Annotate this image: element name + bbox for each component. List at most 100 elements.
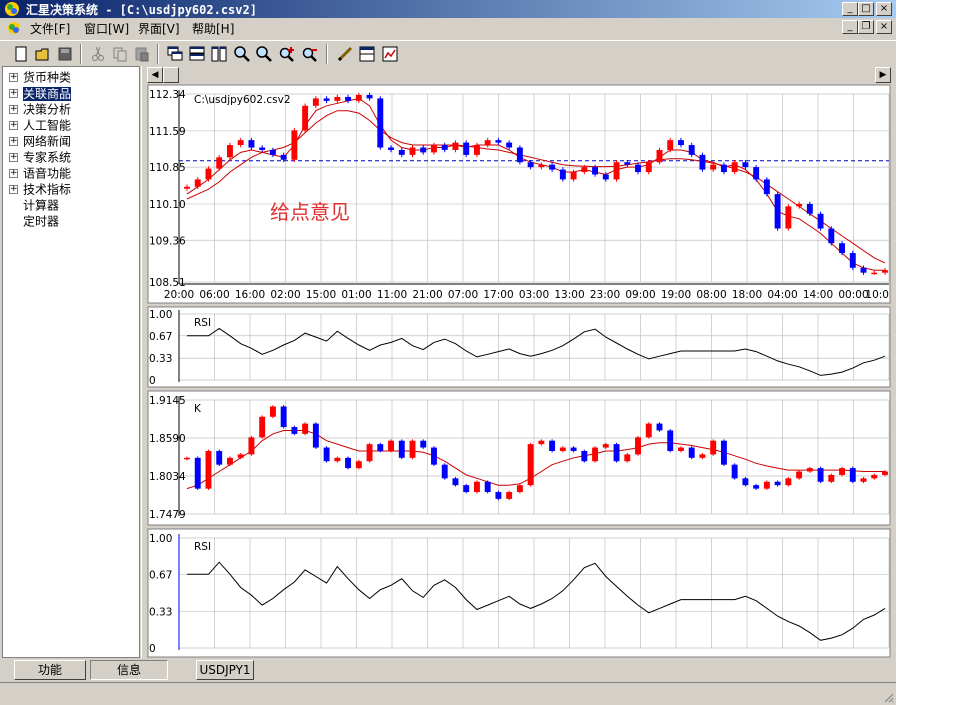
menu-window[interactable]: 窗口[W] bbox=[84, 20, 129, 37]
k-candle bbox=[817, 468, 824, 482]
zoom-minus-icon[interactable] bbox=[300, 44, 320, 64]
copy-icon[interactable] bbox=[110, 44, 130, 64]
tree-item[interactable]: + 专家系统 bbox=[9, 149, 71, 165]
k-candle bbox=[699, 454, 706, 458]
price-candle bbox=[592, 167, 599, 175]
zoom-out-icon[interactable] bbox=[254, 44, 274, 64]
k-candle bbox=[656, 423, 663, 431]
x-tick-label: 02:00 bbox=[270, 289, 300, 301]
expand-icon[interactable]: + bbox=[9, 73, 18, 82]
price-candle bbox=[388, 147, 394, 150]
k-candle bbox=[796, 471, 803, 479]
price-candle bbox=[871, 272, 878, 275]
cut-icon[interactable] bbox=[88, 44, 108, 64]
y-tick-label: 109.36 bbox=[149, 235, 186, 247]
tile-horizontal-icon[interactable] bbox=[187, 44, 207, 64]
tree-item[interactable]: + 语音功能 bbox=[9, 165, 71, 181]
expand-icon[interactable]: + bbox=[9, 137, 18, 146]
chart-scrollbar[interactable]: ◀ ▶ bbox=[146, 66, 892, 84]
document-icon[interactable] bbox=[6, 20, 22, 36]
price-candle bbox=[559, 169, 566, 180]
chart-icon[interactable] bbox=[380, 44, 400, 64]
price-candle bbox=[506, 142, 513, 148]
draw-line-icon[interactable] bbox=[335, 44, 355, 64]
tree-item[interactable]: + 技术指标 bbox=[9, 181, 71, 197]
tree-item-label: 专家系统 bbox=[23, 150, 72, 165]
menu-file[interactable]: 文件[F] bbox=[30, 20, 70, 37]
k-candle bbox=[194, 457, 201, 489]
expand-icon[interactable]: + bbox=[9, 153, 18, 162]
tree-item-label: 语音功能 bbox=[23, 166, 72, 181]
tree-item[interactable]: + 关联商品 bbox=[9, 85, 72, 101]
expand-icon[interactable]: + bbox=[9, 185, 18, 194]
price-candle bbox=[763, 179, 770, 195]
k-candle bbox=[570, 447, 577, 451]
scroll-right-button[interactable]: ▶ bbox=[875, 67, 891, 83]
paste-icon[interactable] bbox=[132, 44, 152, 64]
resize-grip[interactable] bbox=[882, 691, 894, 703]
k-candle bbox=[334, 457, 341, 462]
x-tick-label: 19:00 bbox=[661, 289, 691, 301]
price-candle bbox=[377, 98, 384, 148]
tree-item[interactable]: 计算器 bbox=[9, 197, 59, 213]
price-candle bbox=[323, 98, 330, 101]
chart-area: ◀ ▶ 112.34 111.59 110.85 110.10 109.36 108.51… bbox=[146, 66, 892, 658]
tree-item[interactable]: + 货币种类 bbox=[9, 69, 71, 85]
x-tick-label: 18:00 bbox=[732, 289, 762, 301]
watermark-text: 给点意见 bbox=[270, 200, 350, 224]
status-bar: 功能 信息 USDJPY1 bbox=[0, 658, 896, 705]
open-folder-icon[interactable] bbox=[33, 44, 53, 64]
tab-functions[interactable]: 功能 bbox=[14, 660, 86, 680]
y-tick-label: 112.34 bbox=[149, 89, 186, 101]
expand-icon[interactable]: + bbox=[9, 105, 18, 114]
tab-info[interactable]: 信息 bbox=[90, 660, 168, 680]
save-icon[interactable] bbox=[55, 44, 75, 64]
tree-item[interactable]: + 决策分析 bbox=[9, 101, 71, 117]
price-candle bbox=[345, 96, 352, 101]
k-candle bbox=[774, 481, 781, 486]
tree-item[interactable]: 定时器 bbox=[9, 213, 59, 229]
cascade-windows-icon[interactable] bbox=[165, 44, 185, 64]
scroll-thumb[interactable] bbox=[163, 67, 179, 83]
price-candle bbox=[463, 142, 470, 155]
tree-item[interactable]: + 网络新闻 bbox=[9, 133, 71, 149]
y-tick-label: 110.85 bbox=[149, 162, 186, 174]
k-candle bbox=[839, 468, 846, 475]
price-candle bbox=[269, 149, 276, 155]
zoom-plus-icon[interactable] bbox=[277, 44, 297, 64]
mdi-close-button[interactable]: × bbox=[876, 20, 892, 34]
price-candle bbox=[624, 162, 631, 165]
chart-file-label: C:\usdjpy602.csv2 bbox=[194, 94, 291, 106]
title-bar[interactable]: 汇星决策系统 - [C:\usdjpy602.csv2] _ □ × bbox=[0, 0, 896, 18]
price-candle bbox=[516, 147, 523, 163]
mdi-restore-button[interactable]: ❐ bbox=[858, 20, 874, 34]
k-candle bbox=[259, 416, 266, 438]
k-candle bbox=[495, 492, 502, 499]
app-icon bbox=[5, 2, 19, 16]
minimize-button[interactable]: _ bbox=[842, 2, 858, 16]
menu-view[interactable]: 界面[V] bbox=[138, 20, 180, 37]
k-candle bbox=[559, 447, 566, 451]
document-tab[interactable]: USDJPY1 bbox=[196, 660, 254, 680]
k-candle bbox=[366, 444, 373, 462]
expand-icon[interactable]: + bbox=[9, 121, 18, 130]
tile-vertical-icon[interactable] bbox=[209, 44, 229, 64]
close-button[interactable]: × bbox=[876, 2, 892, 16]
new-document-icon[interactable] bbox=[11, 44, 31, 64]
zoom-in-icon[interactable] bbox=[232, 44, 252, 64]
panel-label: K bbox=[194, 403, 202, 415]
panel-background bbox=[147, 528, 891, 658]
mdi-minimize-button[interactable]: _ bbox=[842, 20, 858, 34]
toolbar bbox=[0, 40, 896, 67]
panel-icon[interactable] bbox=[357, 44, 377, 64]
expand-icon[interactable]: + bbox=[9, 89, 18, 98]
scroll-left-button[interactable]: ◀ bbox=[147, 67, 163, 83]
panel-label: RSI bbox=[194, 541, 211, 553]
maximize-button[interactable]: □ bbox=[858, 2, 874, 16]
price-candle bbox=[237, 140, 244, 146]
tree-item[interactable]: + 人工智能 bbox=[9, 117, 71, 133]
menu-help[interactable]: 帮助[H] bbox=[192, 20, 234, 37]
y-tick-label: 1.8034 bbox=[149, 471, 186, 483]
expand-icon[interactable]: + bbox=[9, 169, 18, 178]
price-candle bbox=[420, 147, 427, 153]
